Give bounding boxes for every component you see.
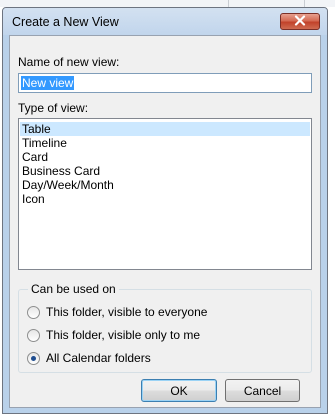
dialog-title: Create a New View	[12, 15, 119, 29]
radio-all-calendar-folders[interactable]: All Calendar folders	[27, 350, 151, 366]
view-name-value: New view	[21, 76, 75, 90]
list-item-icon[interactable]: Icon	[20, 192, 310, 206]
view-type-list[interactable]: Table Timeline Card Business Card Day/We…	[18, 118, 312, 270]
radio-button[interactable]	[27, 305, 40, 319]
radio-visible-only-to-me[interactable]: This folder, visible only to me	[27, 327, 200, 343]
dialog-client-area: Name of new view: New view Type of view:…	[9, 35, 321, 408]
radio-label: All Calendar folders	[46, 351, 151, 365]
background-window-strip	[0, 0, 335, 7]
cancel-button[interactable]: Cancel	[225, 379, 300, 402]
radio-button[interactable]	[27, 328, 40, 342]
name-field-label: Name of new view:	[18, 55, 120, 69]
radio-visible-to-everyone[interactable]: This folder, visible to everyone	[27, 304, 207, 320]
list-item-business-card[interactable]: Business Card	[20, 164, 310, 178]
title-bar[interactable]: Create a New View	[3, 8, 327, 35]
close-icon	[294, 14, 306, 29]
list-item-timeline[interactable]: Timeline	[20, 136, 310, 150]
create-new-view-dialog: Create a New View Name of new view: New …	[2, 7, 328, 414]
view-name-input[interactable]: New view	[18, 73, 312, 93]
radio-button-checked[interactable]	[27, 351, 40, 365]
strip-separator	[228, 0, 229, 7]
group-label: Can be used on	[28, 282, 119, 296]
list-item-table[interactable]: Table	[20, 122, 310, 136]
strip-separator	[304, 0, 305, 7]
type-list-label: Type of view:	[18, 101, 89, 115]
ok-button[interactable]: OK	[141, 379, 217, 402]
close-button[interactable]	[280, 13, 320, 30]
list-item-day-week-month[interactable]: Day/Week/Month	[20, 178, 310, 192]
radio-label: This folder, visible only to me	[46, 328, 201, 342]
radio-label: This folder, visible to everyone	[46, 305, 208, 319]
can-be-used-on-group: Can be used on This folder, visible to e…	[18, 282, 312, 373]
list-item-card[interactable]: Card	[20, 150, 310, 164]
